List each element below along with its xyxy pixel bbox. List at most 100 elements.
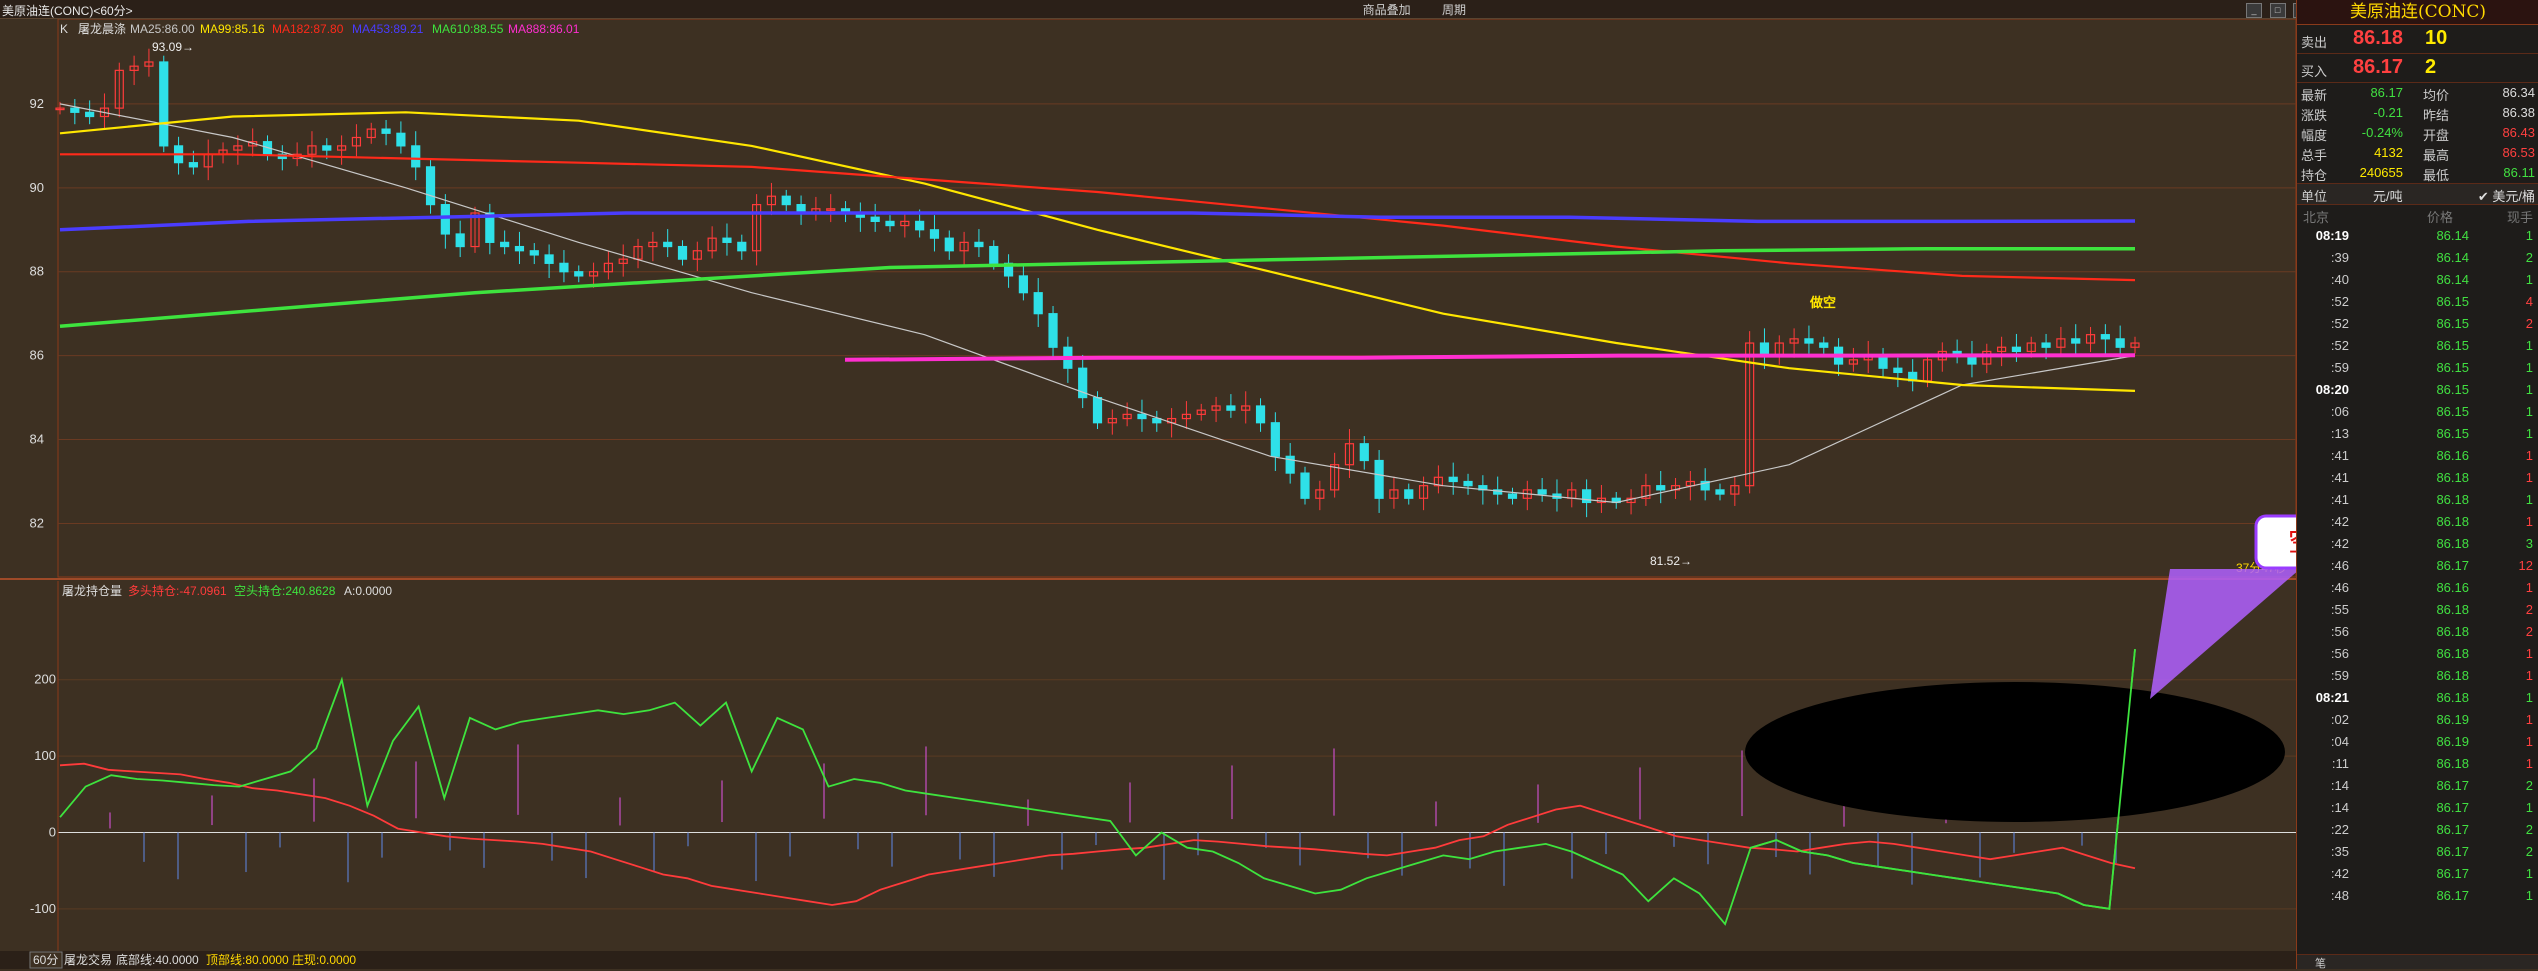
stat-value: 86.43: [2502, 125, 2535, 140]
tick-volume: 2: [2525, 624, 2533, 639]
tick-row[interactable]: :46 86.16 1: [2297, 577, 2538, 599]
y-tick-label: 88: [30, 264, 44, 279]
tick-volume: 1: [2525, 360, 2533, 375]
tick-volume: 2: [2525, 822, 2533, 837]
stat-row: 涨跌 -0.21 昨结 86.38: [2297, 103, 2538, 123]
stat-value: 86.53: [2502, 145, 2535, 160]
bid-row[interactable]: 买入 86.17 2: [2297, 54, 2538, 83]
col-price: 价格: [2427, 210, 2454, 225]
minimize-button[interactable]: _: [2246, 3, 2262, 18]
y-tick-label: 86: [30, 348, 44, 363]
candle: [1893, 367, 1903, 374]
tick-price: 86.15: [2436, 382, 2469, 397]
candle: [2011, 346, 2022, 353]
tick-row[interactable]: :22 86.17 2: [2297, 819, 2538, 841]
candle: [1448, 476, 1458, 483]
chart-area[interactable]: 92 90 88 86 84 82 200 100 0 -100 K 屠龙晨涤 MA25:86.…: [0, 19, 2296, 969]
tick-volume: 1: [2525, 448, 2533, 463]
period-tab-label: 60分: [33, 953, 58, 967]
tick-row[interactable]: :42 86.18 3: [2297, 533, 2538, 555]
zhuang-label: 庄现:0.0000: [292, 952, 356, 967]
tick-row[interactable]: :59 86.15 1: [2297, 357, 2538, 379]
y-tick-label: 90: [30, 180, 44, 195]
tick-time: :48: [2330, 888, 2349, 903]
stat-value: 240655: [2359, 165, 2403, 180]
tick-row[interactable]: :04 86.19 1: [2297, 731, 2538, 753]
legend-ma182: MA182:87.80: [272, 22, 344, 36]
tick-time: :13: [2330, 426, 2349, 441]
overlay-button[interactable]: 商品叠加: [1363, 1, 1411, 18]
tick-volume: 2: [2525, 250, 2533, 265]
ask-row[interactable]: 卖出 86.18 10: [2297, 25, 2538, 54]
tick-time: :59: [2330, 668, 2349, 683]
candle: [2071, 338, 2081, 344]
tick-row[interactable]: :56 86.18 1: [2297, 643, 2538, 665]
stat-label: 均价: [2423, 88, 2450, 103]
stat-label: 昨结: [2423, 108, 2450, 123]
tick-row[interactable]: :13 86.15 1: [2297, 423, 2538, 445]
tick-row[interactable]: :52 86.15 2: [2297, 313, 2538, 335]
candle: [989, 245, 999, 264]
tick-row[interactable]: :48 86.17 1: [2297, 885, 2538, 907]
tick-price: 86.18: [2436, 470, 2469, 485]
tick-row[interactable]: :40 86.14 1: [2297, 269, 2538, 291]
tick-row[interactable]: :42 86.17 1: [2297, 863, 2538, 885]
stat-value: -0.24%: [2361, 125, 2403, 140]
y-tick-label: 82: [30, 515, 44, 530]
tick-row[interactable]: :55 86.18 2: [2297, 599, 2538, 621]
tick-row[interactable]: :39 86.14 2: [2297, 247, 2538, 269]
tick-price: 86.15: [2436, 426, 2469, 441]
stat-row: 总手 4132 最高 86.53: [2297, 143, 2538, 163]
tick-time: :52: [2330, 294, 2349, 309]
tick-row[interactable]: :41 86.16 1: [2297, 445, 2538, 467]
candle: [529, 250, 539, 256]
tick-row[interactable]: :41 86.18 1: [2297, 489, 2538, 511]
tick-table-header: 北京 价格 现手: [2297, 205, 2538, 225]
tick-row[interactable]: :11 86.18 1: [2297, 753, 2538, 775]
tick-row[interactable]: :02 86.19 1: [2297, 709, 2538, 731]
tick-table[interactable]: 08:19 86.14 1:39 86.14 2:40 86.14 1:52 86.15 4:5…: [2297, 225, 2538, 907]
tick-volume: 2: [2525, 778, 2533, 793]
candle: [1804, 338, 1814, 344]
tick-row[interactable]: 08:21 86.18 1: [2297, 687, 2538, 709]
stat-label: 持仓: [2301, 168, 2328, 183]
unit-row[interactable]: 单位 元/吨 ✔ 美元/桶: [2297, 183, 2538, 205]
tick-row[interactable]: :41 86.18 1: [2297, 467, 2538, 489]
tick-time: :02: [2330, 712, 2349, 727]
tick-time: :14: [2330, 778, 2349, 793]
tick-row[interactable]: :52 86.15 1: [2297, 335, 2538, 357]
ask-label: 卖出: [2301, 35, 2328, 50]
tick-row[interactable]: :59 86.18 1: [2297, 665, 2538, 687]
tick-row[interactable]: :14 86.17 1: [2297, 797, 2538, 819]
tick-volume: 1: [2525, 866, 2533, 881]
tick-volume: 1: [2525, 426, 2533, 441]
tick-row[interactable]: :14 86.17 2: [2297, 775, 2538, 797]
tick-volume: 1: [2525, 756, 2533, 771]
tick-row[interactable]: :42 86.18 1: [2297, 511, 2538, 533]
tick-row[interactable]: :46 86.17 12: [2297, 555, 2538, 577]
period-button[interactable]: 周期: [1442, 1, 1466, 18]
bid-price: 86.17: [2353, 56, 2404, 78]
bottom-line-label: 底部线:40.0000: [116, 952, 199, 967]
y-tick-label: -100: [30, 901, 56, 916]
tick-volume: 1: [2525, 382, 2533, 397]
stat-value: 86.11: [2503, 165, 2535, 180]
candle: [411, 145, 421, 168]
unit-checkbox[interactable]: ✔ 美元/桶: [2478, 186, 2535, 205]
tick-row[interactable]: :35 86.17 2: [2297, 841, 2538, 863]
legend-a: A:0.0000: [344, 584, 392, 598]
tick-price: 86.18: [2436, 668, 2469, 683]
maximize-button[interactable]: □: [2269, 3, 2286, 18]
tick-row[interactable]: :56 86.18 2: [2297, 621, 2538, 643]
tick-volume: 1: [2525, 734, 2533, 749]
tick-price: 86.14: [2436, 228, 2469, 243]
tick-volume: 4: [2525, 294, 2533, 309]
tick-volume: 1: [2525, 514, 2533, 529]
tick-price: 86.19: [2436, 712, 2469, 727]
tick-row[interactable]: 08:19 86.14 1: [2297, 225, 2538, 247]
tick-row[interactable]: :52 86.15 4: [2297, 291, 2538, 313]
tick-row[interactable]: :06 86.15 1: [2297, 401, 2538, 423]
tick-row[interactable]: 08:20 86.15 1: [2297, 379, 2538, 401]
candle: [2041, 342, 2051, 348]
stat-row: 持仓 240655 最低 86.11: [2297, 163, 2538, 183]
